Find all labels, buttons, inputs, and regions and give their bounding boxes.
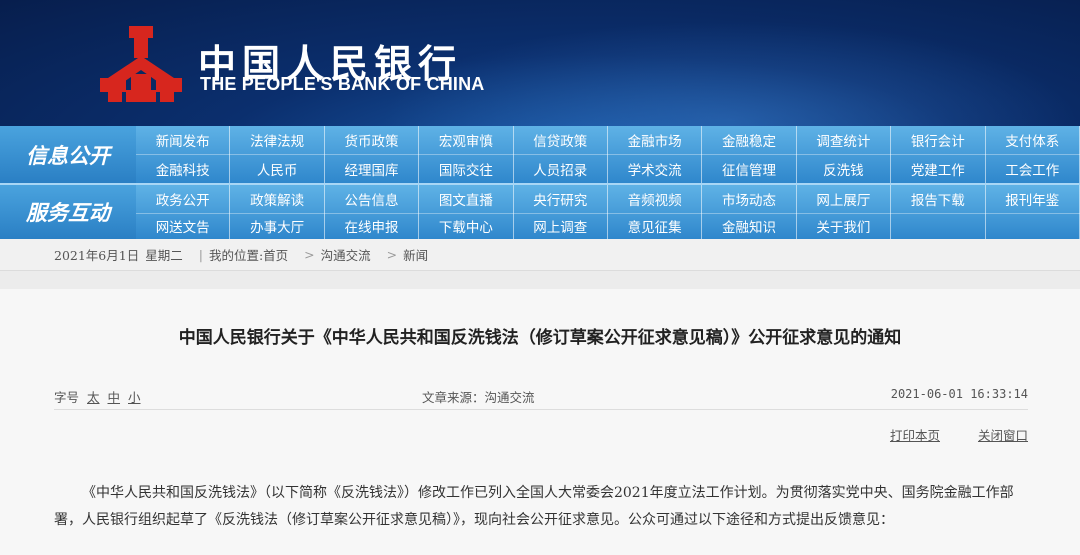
- article-content: 中国人民银行关于《中华人民共和国反洗钱法（修订草案公开征求意见稿）》公开征求意见…: [0, 289, 1080, 555]
- nav-service-item[interactable]: 公告信息: [325, 185, 420, 212]
- nav-service-item[interactable]: 政策解读: [230, 185, 325, 212]
- page-tools: 打印本页 关闭窗口: [856, 425, 1028, 444]
- current-weekday: 星期二: [145, 248, 183, 263]
- nav-service-item: [986, 212, 1080, 239]
- nav-service-item[interactable]: 关于我们: [797, 212, 892, 239]
- nav-service-item[interactable]: 下载中心: [419, 212, 514, 239]
- header-glow: [380, 20, 1080, 126]
- breadcrumb-separator: |: [198, 247, 203, 262]
- nav-info-item[interactable]: 法律法规: [230, 126, 325, 155]
- nav-service-label: 服务互动: [0, 185, 136, 239]
- nav-service-block: 服务互动 政务公开 政策解读 公告信息 图文直播 央行研究 音频视频 市场动态 网上展厅 报告下…: [0, 183, 1080, 239]
- nav-info-item[interactable]: 人员招录: [514, 154, 608, 183]
- nav-info-item[interactable]: 货币政策: [325, 126, 420, 155]
- pboc-logo-icon[interactable]: [98, 26, 184, 104]
- font-size-controls: 字号 太 中 小: [54, 387, 141, 406]
- nav-service-item[interactable]: 政务公开: [136, 185, 231, 212]
- nav-service-item: [891, 212, 986, 239]
- nav-info-item[interactable]: 征信管理: [702, 154, 797, 183]
- nav-info-item[interactable]: 经理国库: [325, 154, 420, 183]
- font-large-link[interactable]: 太: [87, 390, 100, 405]
- nav-service-item[interactable]: 在线申报: [325, 212, 420, 239]
- site-header: 中国人民银行 THE PEOPLE'S BANK OF CHINA: [0, 0, 1080, 126]
- nav-info-item[interactable]: 支付体系: [986, 126, 1080, 155]
- nav-info-item[interactable]: 金融市场: [608, 126, 703, 155]
- nav-service-item[interactable]: 意见征集: [608, 212, 703, 239]
- breadcrumb-arrow: >: [386, 247, 398, 262]
- close-window-link[interactable]: 关闭窗口: [978, 428, 1028, 443]
- breadcrumb-level1[interactable]: 沟通交流: [321, 245, 371, 264]
- article-source: 文章来源：沟通交流: [422, 390, 535, 405]
- nav-info-item[interactable]: 新闻发布: [136, 126, 231, 155]
- article-meta: 字号 太 中 小 文章来源：沟通交流 2021-06-01 16:33:14: [54, 387, 1028, 405]
- nav-service-item[interactable]: 报告下载: [891, 185, 986, 212]
- nav-info-item[interactable]: 金融稳定: [702, 126, 797, 155]
- article-timestamp: 2021-06-01 16:33:14: [890, 387, 1028, 401]
- nav-service-item[interactable]: 图文直播: [419, 185, 514, 212]
- nav-service-item[interactable]: 市场动态: [702, 185, 797, 212]
- nav-info-item[interactable]: 信贷政策: [514, 126, 608, 155]
- nav-info-item[interactable]: 调查统计: [797, 126, 892, 155]
- breadcrumb: 2021年6月1日 星期二 | 我的位置:首页 > 沟通交流 > 新闻: [0, 239, 1080, 271]
- nav-service-grid: 政务公开 政策解读 公告信息 图文直播 央行研究 音频视频 市场动态 网上展厅 报告下载 报刊年鉴…: [136, 185, 1080, 239]
- section-gap: [0, 271, 1080, 289]
- print-page-link[interactable]: 打印本页: [890, 428, 940, 443]
- meta-divider: [54, 409, 1028, 410]
- nav-service-item[interactable]: 网送文告: [136, 212, 231, 239]
- nav-info-block: 信息公开 新闻发布 法律法规 货币政策 宏观审慎 信贷政策 金融市场 金融稳定 调查统计 银行会…: [0, 126, 1080, 183]
- font-size-label: 字号: [54, 390, 80, 405]
- nav-info-grid: 新闻发布 法律法规 货币政策 宏观审慎 信贷政策 金融市场 金融稳定 调查统计 银行会计 支付体系…: [136, 126, 1080, 183]
- nav-service-item[interactable]: 网上展厅: [797, 185, 892, 212]
- brand-name-en: THE PEOPLE'S BANK OF CHINA: [200, 74, 485, 94]
- nav-info-label: 信息公开: [0, 126, 136, 183]
- breadcrumb-level2[interactable]: 新闻: [403, 245, 428, 264]
- breadcrumb-home[interactable]: 我的位置:首页: [209, 245, 288, 264]
- current-date: 2021年6月1日: [54, 248, 140, 263]
- nav-info-item[interactable]: 工会工作: [986, 154, 1080, 183]
- article-paragraph: 《中华人民共和国反洗钱法》（以下简称《反洗钱法》）修改工作已列入全国人大常委会2…: [54, 485, 1014, 528]
- font-medium-link[interactable]: 中: [108, 390, 121, 405]
- nav-info-item[interactable]: 金融科技: [136, 154, 231, 183]
- nav-info-item[interactable]: 反洗钱: [797, 154, 892, 183]
- font-small-link[interactable]: 小: [128, 390, 141, 405]
- nav-service-item[interactable]: 金融知识: [702, 212, 797, 239]
- nav-info-item[interactable]: 宏观审慎: [419, 126, 514, 155]
- nav-info-item[interactable]: 学术交流: [608, 154, 703, 183]
- nav-info-item[interactable]: 人民币: [230, 154, 325, 183]
- nav-service-item[interactable]: 网上调查: [514, 212, 608, 239]
- nav-service-item[interactable]: 央行研究: [514, 185, 608, 212]
- nav-service-item[interactable]: 办事大厅: [230, 212, 325, 239]
- breadcrumb-arrow: >: [304, 247, 315, 262]
- nav-info-item[interactable]: 党建工作: [891, 154, 986, 183]
- nav-info-item[interactable]: 国际交往: [419, 154, 514, 183]
- nav-service-item[interactable]: 报刊年鉴: [986, 185, 1080, 212]
- article-title: 中国人民银行关于《中华人民共和国反洗钱法（修订草案公开征求意见稿）》公开征求意见…: [178, 328, 902, 348]
- nav-info-item[interactable]: 银行会计: [891, 126, 986, 155]
- nav-service-item[interactable]: 音频视频: [608, 185, 703, 212]
